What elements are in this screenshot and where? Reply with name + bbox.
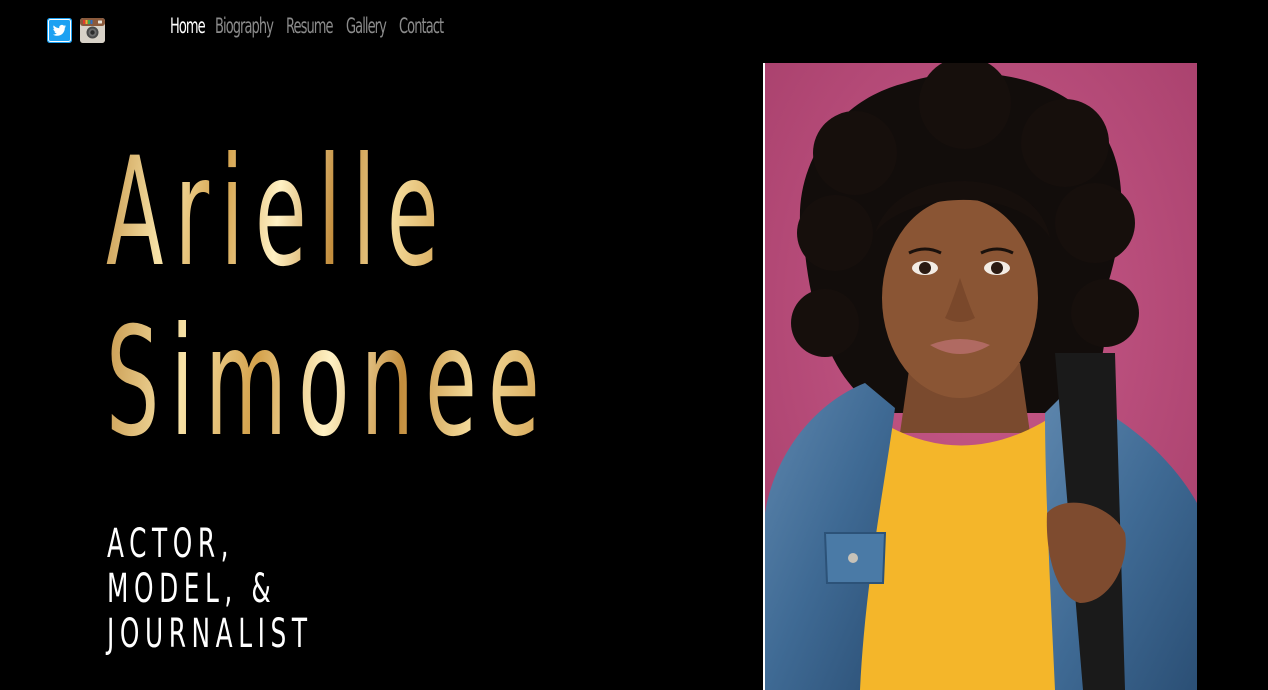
tagline-line-actor: ACTOR,: [107, 521, 235, 567]
tagline-line-journalist: JOURNALIST: [107, 611, 313, 657]
twitter-link[interactable]: [47, 18, 72, 43]
nav-link-contact[interactable]: Contact: [399, 14, 444, 38]
tagline: ACTOR, MODEL, & JOURNALIST: [107, 522, 313, 657]
nav-link-home[interactable]: Home: [170, 14, 206, 38]
nav-item-biography: Biography: [215, 14, 274, 38]
instagram-link[interactable]: [80, 18, 105, 43]
social-links: [47, 18, 105, 43]
last-name-heading: Simonee: [106, 296, 551, 470]
nav-link-resume[interactable]: Resume: [286, 14, 334, 38]
nav-link-gallery[interactable]: Gallery: [346, 14, 387, 38]
nav-item-home: Home: [170, 14, 206, 38]
nav-item-contact: Contact: [399, 14, 445, 38]
headshot-photo: [763, 63, 1197, 690]
nav-link-biography[interactable]: Biography: [215, 14, 274, 38]
headshot-illustration: [765, 63, 1197, 690]
nav-item-resume: Resume: [286, 14, 334, 38]
tagline-line-model: MODEL, &: [107, 566, 277, 612]
first-name-heading: Arielle: [106, 126, 450, 300]
instagram-icon: [80, 18, 105, 43]
main-nav: Home Biography Resume Gallery Contact: [170, 14, 445, 38]
nav-item-gallery: Gallery: [346, 14, 387, 38]
twitter-icon: [47, 18, 72, 43]
